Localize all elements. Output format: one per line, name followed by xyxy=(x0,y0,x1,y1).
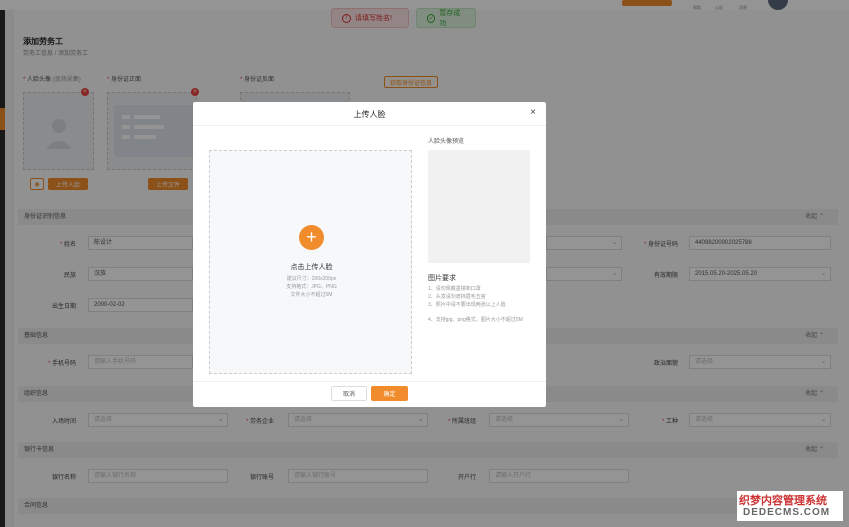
face-preview xyxy=(428,150,530,263)
requirement-item: 4、支持jpg、png格式，图片大小不超过5M xyxy=(428,317,523,323)
site-watermark: 织梦内容管理系统 DEDECMS.COM xyxy=(737,491,843,521)
plus-icon[interactable]: + xyxy=(299,225,324,250)
modal-footer-divider xyxy=(193,381,546,382)
upload-face-modal: 上传人脸 × + 点击上传人脸 建议尺寸：200x200px 支持格式：JPG、… xyxy=(193,102,546,407)
requirements-title: 图片要求 xyxy=(428,275,456,282)
close-icon[interactable]: × xyxy=(530,107,536,118)
dropzone-limit-hint: 文件大小不超过5M xyxy=(290,292,333,298)
dropzone-size-hint: 建议尺寸：200x200px xyxy=(286,276,337,282)
watermark-line1: 织梦内容管理系统 xyxy=(739,495,827,507)
modal-divider xyxy=(193,125,546,126)
dropzone-format-hint: 支持格式：JPG、PNG xyxy=(286,284,337,290)
confirm-button[interactable]: 确定 xyxy=(371,386,408,401)
requirement-item: 3、照片中请不要出现两张以上人脸 xyxy=(428,302,506,308)
modal-title: 上传人脸 xyxy=(353,110,386,119)
cancel-button[interactable]: 取消 xyxy=(331,386,367,401)
requirement-item: 2、头发请勿遮挡眉毛五官 xyxy=(428,294,486,300)
face-dropzone[interactable]: + 点击上传人脸 建议尺寸：200x200px 支持格式：JPG、PNG 文件大… xyxy=(209,150,412,374)
dropzone-title: 点击上传人脸 xyxy=(290,264,333,271)
preview-label: 人脸头像预览 xyxy=(428,139,465,145)
requirement-item: 1、请勿佩戴墨镜和口罩 xyxy=(428,286,481,292)
watermark-line2: DEDECMS.COM xyxy=(743,507,831,518)
